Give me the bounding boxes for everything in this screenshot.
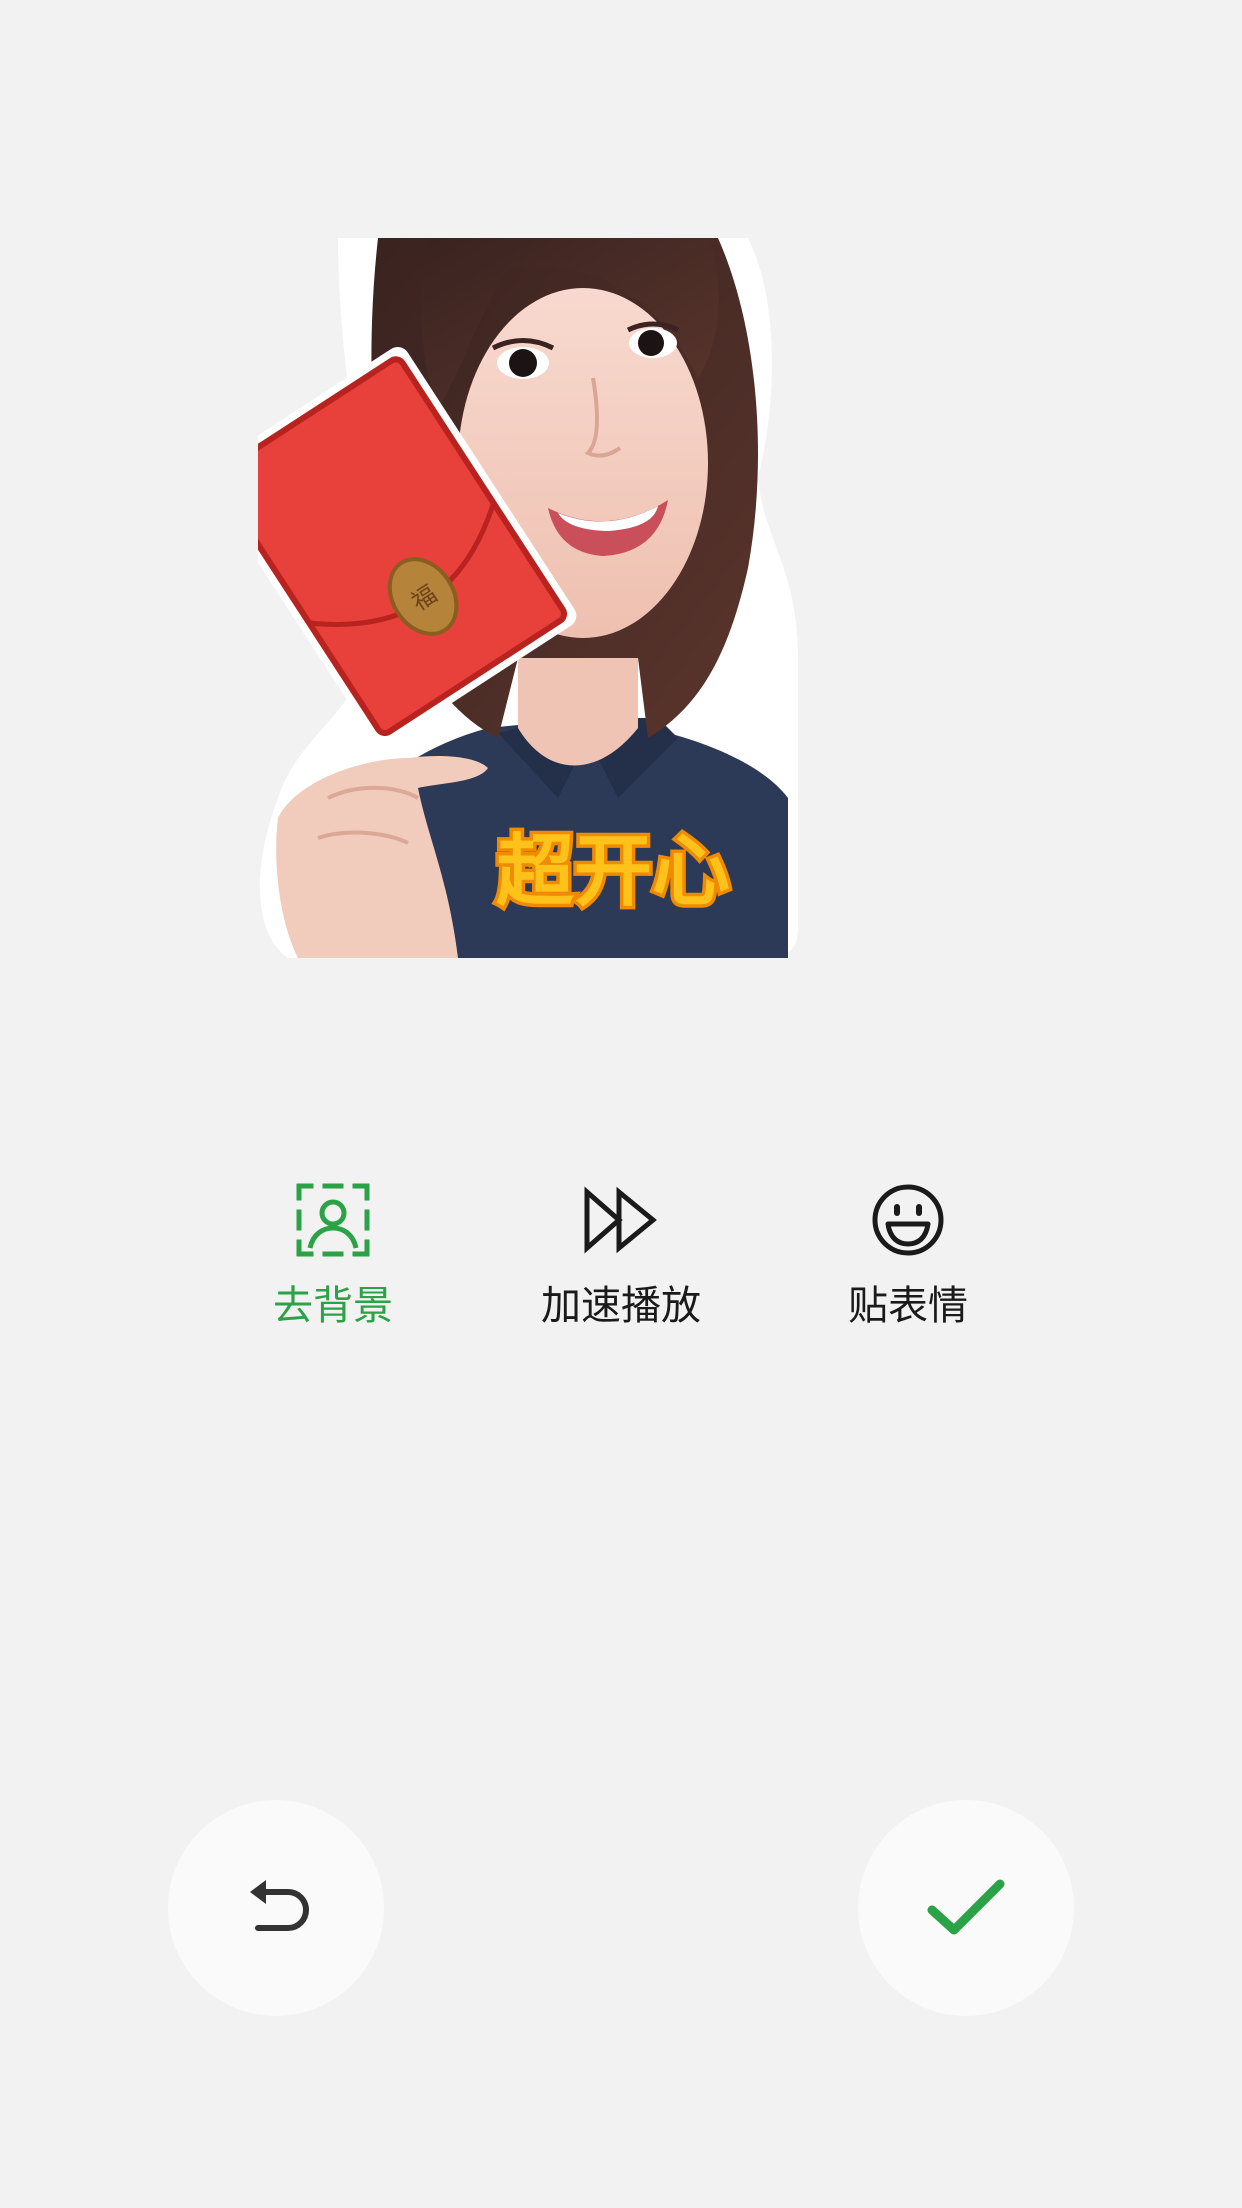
speed-up-label: 加速播放 (541, 1283, 701, 1329)
undo-icon (250, 1880, 310, 1931)
undo-button[interactable] (168, 1800, 384, 2016)
sticker-image: 福 超开心 (258, 238, 798, 958)
person-frame-icon (296, 1183, 370, 1257)
sticker-preview: 福 超开心 (258, 238, 978, 958)
remove-background-label: 去背景 (273, 1283, 393, 1329)
fast-forward-icon (584, 1186, 657, 1254)
smiley-icon (872, 1184, 944, 1256)
check-icon (927, 1879, 1005, 1935)
sticker-caption: 超开心 (496, 827, 730, 917)
confirm-button[interactable] (858, 1800, 1074, 2016)
add-emoji-label: 贴表情 (848, 1283, 968, 1329)
speed-up-button[interactable]: 加速播放 (491, 1180, 751, 1360)
remove-background-button[interactable]: 去背景 (203, 1180, 463, 1360)
tool-row: 去背景 加速播放 贴表情 (0, 1180, 1242, 1360)
add-emoji-button[interactable]: 贴表情 (778, 1180, 1038, 1360)
sticker-editor-screen: 福 超开心 去背景 加速播放 贴表情 (0, 0, 1242, 2208)
